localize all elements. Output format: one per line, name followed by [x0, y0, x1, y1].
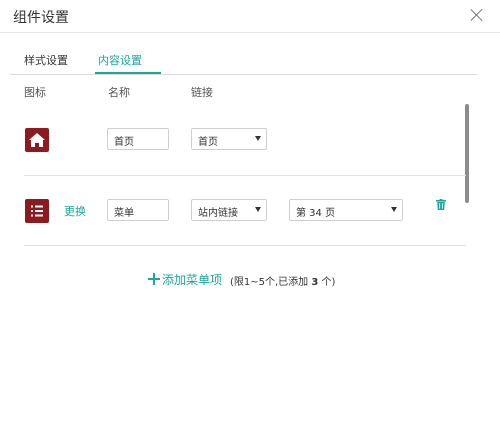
column-header-link: 链接 [191, 86, 213, 99]
dropdown-arrow-icon [391, 207, 397, 212]
dialog-title: 组件设置 [13, 10, 69, 26]
column-header-name: 名称 [108, 86, 130, 99]
link-type-select-menu[interactable]: 站内链接 [191, 199, 267, 221]
menu-name-input-menu[interactable]: 菜单 [107, 199, 169, 221]
vertical-scrollbar[interactable] [465, 104, 469, 203]
hint-prefix: (限1~5个,已添加 [230, 277, 312, 288]
tab-content-settings[interactable]: 内容设置 [98, 52, 142, 68]
page-select[interactable]: 第 34 页 [289, 199, 403, 221]
home-icon[interactable] [25, 128, 49, 152]
link-type-value: 首页 [198, 137, 218, 148]
row-divider [24, 245, 466, 246]
close-icon[interactable] [468, 6, 486, 24]
active-tab-indicator [95, 72, 161, 74]
row-divider [24, 175, 466, 176]
dropdown-arrow-icon [255, 136, 261, 141]
add-menu-item-button[interactable]: 添加菜单项 [162, 271, 222, 288]
trash-icon[interactable] [436, 195, 446, 210]
plus-icon[interactable] [148, 273, 160, 285]
hint-suffix: 个) [318, 277, 336, 288]
link-type-value: 站内链接 [198, 208, 238, 219]
menu-list-icon[interactable] [25, 199, 49, 223]
replace-icon-link[interactable]: 更换 [64, 203, 86, 219]
component-settings-dialog: 组件设置 样式设置 内容设置 图标 名称 链接 首页 首页 更换 菜单 站内链接 [0, 0, 500, 443]
tab-style-settings[interactable]: 样式设置 [24, 52, 68, 68]
link-type-select-home[interactable]: 首页 [191, 128, 267, 150]
menu-name-input-home[interactable]: 首页 [107, 128, 169, 150]
dropdown-arrow-icon [255, 207, 261, 212]
tab-bar: 样式设置 内容设置 [10, 46, 477, 75]
page-value: 第 34 页 [296, 208, 336, 219]
add-menu-item-hint: (限1~5个,已添加 3 个) [230, 273, 335, 288]
dialog-header: 组件设置 [0, 0, 500, 33]
column-header-icon: 图标 [24, 86, 46, 99]
